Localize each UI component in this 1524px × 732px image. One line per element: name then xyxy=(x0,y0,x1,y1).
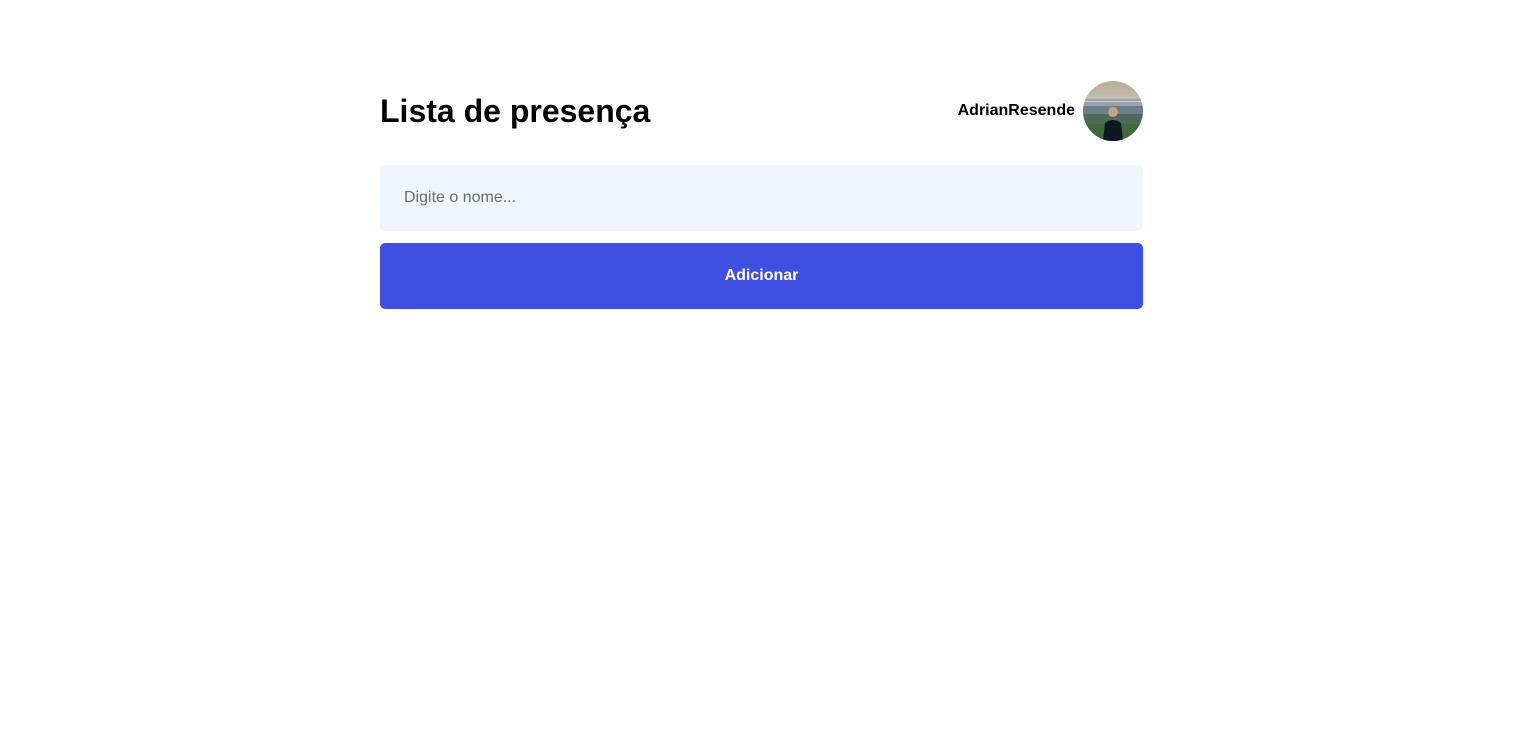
user-info: AdrianResende xyxy=(958,81,1143,141)
page-title: Lista de presença xyxy=(380,92,651,129)
user-avatar-photo-icon xyxy=(1083,81,1143,141)
name-input[interactable] xyxy=(380,165,1143,231)
username: AdrianResende xyxy=(957,102,1075,119)
avatar[interactable] xyxy=(1083,81,1143,141)
page-header: Lista de presença AdrianResende xyxy=(380,80,1143,142)
add-button[interactable]: Adicionar xyxy=(380,243,1143,309)
main-container: Lista de presença AdrianResende Digite o… xyxy=(380,80,1143,309)
